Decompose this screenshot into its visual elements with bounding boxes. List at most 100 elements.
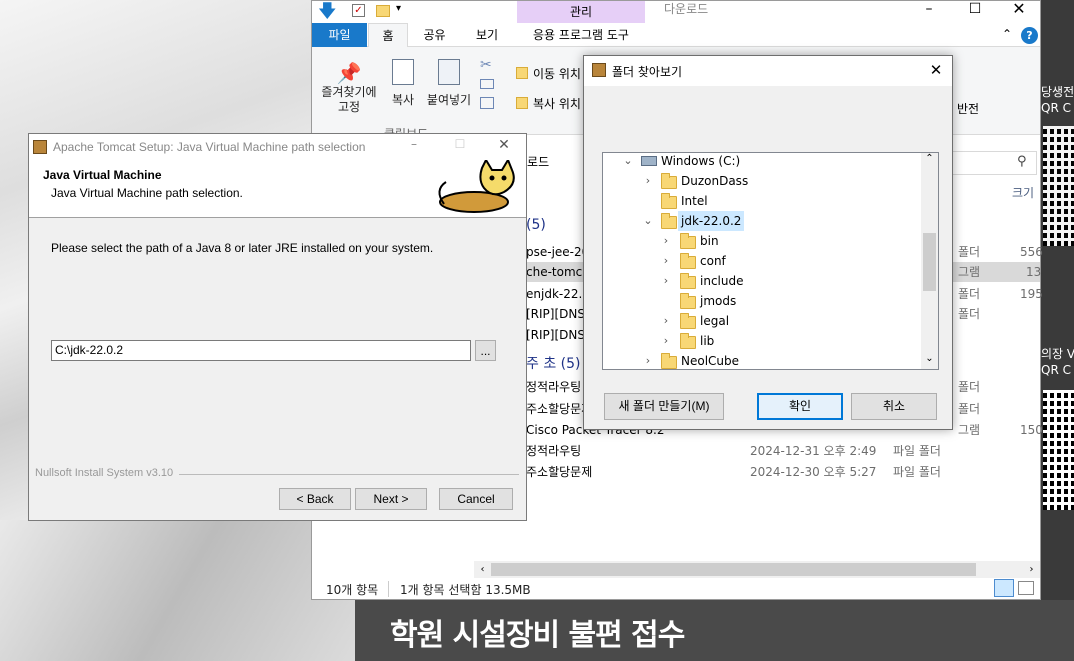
qr-code-1 xyxy=(1043,126,1074,246)
tree-item-label: conf xyxy=(700,254,726,268)
tomcat-setup-window: Apache Tomcat Setup: Java Virtual Machin… xyxy=(28,133,527,521)
copy-to-icon xyxy=(516,97,528,109)
tree-item-label: jdk-22.0.2 xyxy=(678,211,745,231)
paste-shortcut-icon[interactable] xyxy=(480,97,494,109)
chevron-right-icon[interactable]: › xyxy=(661,251,671,271)
tree-item-label: Windows (C:) xyxy=(661,154,741,168)
maximize-icon[interactable]: ☐ xyxy=(952,1,998,23)
quick-access-dropdown-icon[interactable]: ▾ xyxy=(396,3,401,14)
close-icon[interactable]: ✕ xyxy=(924,61,948,79)
copy-button[interactable]: 복사 xyxy=(386,57,420,117)
cancel-button[interactable]: Cancel xyxy=(439,488,513,510)
tree-item-include[interactable]: › include xyxy=(603,271,923,291)
minimize-icon[interactable]: – xyxy=(399,137,429,151)
folder-icon xyxy=(680,333,696,349)
folder-cancel-button[interactable]: 취소 xyxy=(851,393,937,420)
tab-view[interactable]: 보기 xyxy=(462,23,512,47)
tree-item-jmods[interactable]: jmods xyxy=(603,291,923,311)
ribbon-tabs: 파일 홈 공유 보기 응용 프로그램 도구 ⌃ ? xyxy=(312,23,1040,48)
next-button[interactable]: Next > xyxy=(355,488,427,510)
scrollbar-thumb[interactable] xyxy=(491,563,976,576)
chevron-right-icon[interactable]: › xyxy=(643,171,653,191)
size-column-header[interactable]: 크기 xyxy=(1012,184,1034,201)
drive-icon xyxy=(641,156,657,166)
paste-button[interactable]: 붙여넣기 xyxy=(424,57,474,117)
tree-item-label: lib xyxy=(700,334,715,348)
copy-label: 복사 xyxy=(391,93,415,107)
browse-button[interactable]: ... xyxy=(475,340,496,361)
close-icon[interactable]: ✕ xyxy=(489,137,519,153)
details-view-icon[interactable] xyxy=(994,579,1014,597)
tree-item-legal[interactable]: › legal xyxy=(603,311,923,331)
file-name: [RIP][DNS xyxy=(526,307,585,321)
tree-item-lib[interactable]: › lib xyxy=(603,331,923,351)
new-folder-button[interactable]: 새 폴더 만들기(M) xyxy=(604,393,724,420)
scroll-up-icon[interactable]: ⌃ xyxy=(921,153,938,164)
invert-selection-button[interactable]: 반전 xyxy=(957,100,979,117)
ribbon-collapse-icon[interactable]: ⌃ xyxy=(1002,27,1012,41)
chevron-right-icon[interactable]: › xyxy=(661,231,671,251)
search-icon: ⚲ xyxy=(1017,154,1027,169)
tab-application-tools[interactable]: 응용 프로그램 도구 xyxy=(517,23,645,47)
file-name: pse-jee-20 xyxy=(526,245,590,259)
tab-file[interactable]: 파일 xyxy=(312,23,367,47)
scrollbar-thumb[interactable] xyxy=(923,233,936,291)
banner-text: 학원 시설장비 불편 접수 xyxy=(390,618,685,653)
tree-item-neolcube[interactable]: › NeolCube xyxy=(603,351,923,369)
file-size: 150 xyxy=(1020,423,1043,437)
help-icon[interactable]: ? xyxy=(1021,27,1038,44)
file-type: 폴더 xyxy=(958,307,981,321)
folder-icon[interactable] xyxy=(376,5,390,17)
checkbox-icon[interactable]: ✓ xyxy=(352,4,365,17)
group-header-1[interactable]: (5) xyxy=(526,217,546,233)
file-size: 195 xyxy=(1020,287,1043,301)
tree-item-windows-c[interactable]: ⌄ Windows (C:) xyxy=(603,153,923,171)
chevron-right-icon[interactable]: › xyxy=(661,331,671,351)
background-shape xyxy=(0,520,360,661)
tree-item-jdk[interactable]: ⌄ jdk-22.0.2 xyxy=(603,211,923,231)
folder-icon xyxy=(680,253,696,269)
folder-tree[interactable]: ⌄ Windows (C:) › DuzonDass Intel ⌄ jdk-2… xyxy=(602,152,939,370)
jvm-path-input[interactable]: C:\jdk-22.0.2 xyxy=(51,340,471,361)
folder-icon xyxy=(680,233,696,249)
tree-item-intel[interactable]: Intel xyxy=(603,191,923,211)
move-to-icon xyxy=(516,67,528,79)
group-header-2[interactable]: 주 초 (5) xyxy=(526,353,581,373)
chevron-right-icon[interactable]: › xyxy=(643,351,653,369)
copy-to-button[interactable]: 복사 위치 xyxy=(533,95,581,112)
explorer-title-bar: 🡇 ✓ ▾ 관리 다운로드 – ☐ ✕ xyxy=(312,1,1040,23)
maximize-icon: ☐ xyxy=(454,137,466,151)
file-type: 파일 폴더 xyxy=(893,465,941,479)
pin-label: 즐겨찾기에 고정 xyxy=(321,85,377,114)
tomcat-header: Java Virtual Machine Java Virtual Machin… xyxy=(29,160,526,218)
large-icons-view-icon[interactable] xyxy=(1018,581,1034,595)
list-item[interactable]: 주소할당문제 2024-12-30 오후 5:27 파일 폴더 xyxy=(526,462,1040,482)
tree-item-duzondass[interactable]: › DuzonDass xyxy=(603,171,923,191)
chevron-right-icon[interactable]: › xyxy=(661,271,671,291)
file-type: 그램 xyxy=(958,265,981,279)
ok-button[interactable]: 확인 xyxy=(757,393,843,420)
chevron-right-icon[interactable]: › xyxy=(661,311,671,331)
search-box[interactable]: ⚲ xyxy=(952,151,1037,175)
chevron-down-icon[interactable]: ⌄ xyxy=(623,153,633,171)
copy-path-icon[interactable] xyxy=(480,79,494,89)
minimize-icon[interactable]: – xyxy=(906,1,952,23)
tree-item-label: NeolCube xyxy=(681,354,740,368)
horizontal-scrollbar[interactable]: ‹ › xyxy=(474,561,1040,578)
chevron-down-icon[interactable]: ⌄ xyxy=(643,211,653,231)
tree-item-conf[interactable]: › conf xyxy=(603,251,923,271)
move-to-button[interactable]: 이동 위치 xyxy=(533,65,581,82)
scroll-right-icon[interactable]: › xyxy=(1023,561,1040,578)
pin-button[interactable]: 📌 즐겨찾기에 고정 xyxy=(316,57,382,127)
tab-share[interactable]: 공유 xyxy=(412,23,457,47)
scroll-down-icon[interactable]: ⌄ xyxy=(921,353,938,364)
close-icon[interactable]: ✕ xyxy=(998,1,1040,23)
scissors-icon[interactable]: ✂ xyxy=(480,57,492,73)
scroll-left-icon[interactable]: ‹ xyxy=(474,561,491,578)
tree-item-bin[interactable]: › bin xyxy=(603,231,923,251)
installer-branding: Nullsoft Install System v3.10 xyxy=(35,467,174,479)
tab-home[interactable]: 홈 xyxy=(368,23,408,48)
tree-scrollbar[interactable]: ⌃ ⌄ xyxy=(921,153,938,369)
list-item[interactable]: 정적라우팅 2024-12-31 오후 2:49 파일 폴더 xyxy=(526,441,1040,461)
back-button[interactable]: < Back xyxy=(279,488,351,510)
